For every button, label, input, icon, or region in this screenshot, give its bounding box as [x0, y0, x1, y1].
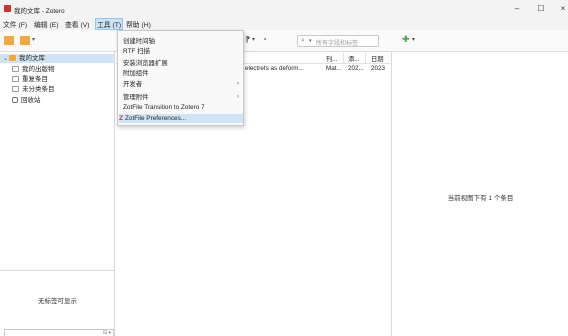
cell-title: electrets as deform...	[245, 65, 304, 72]
document-icon	[12, 66, 19, 72]
tag-actions-icon[interactable]: ⊟ ▾	[103, 330, 111, 336]
tree-item-label: 未分类条目	[22, 86, 55, 93]
menu-view[interactable]: 查看 (V)	[65, 19, 90, 29]
locate-icon[interactable]: ◔	[262, 35, 267, 44]
no-tags-message: 无标签可显示	[38, 298, 77, 305]
column-header-publication[interactable]: 刊...	[326, 54, 338, 63]
menu-item-label: 创建时间轴	[123, 38, 155, 45]
menu-item-manage-attachments[interactable]: 管理附件 ›	[119, 93, 243, 102]
menu-tools[interactable]: 工具 (T)	[94, 18, 124, 30]
menu-item-install-browser-extension[interactable]: 安装浏览器扩展	[119, 59, 243, 68]
attach-icon[interactable]: ⁋	[245, 35, 250, 44]
menu-item-label: 管理附件	[123, 94, 149, 101]
menu-item-label: ZotFile Preferences...	[125, 115, 187, 122]
document-icon	[12, 76, 19, 82]
window-title: 我的文库 - Zotero	[14, 8, 65, 15]
submenu-arrow-icon: ›	[237, 94, 239, 100]
tree-item-label: 我的文库	[19, 55, 45, 62]
toolbar: ▾ ⁋ ▾ ◔ ⌕ ▾ 所有字段和标签 ✚ ▾	[0, 30, 568, 52]
menu-bar: 文件 (F) 编辑 (E) 查看 (V) 工具 (T) 帮助 (H)	[0, 17, 568, 30]
zotfile-badge: Z	[119, 115, 123, 122]
menu-item-label: ZotFile Transition to Zotero 7	[123, 104, 205, 111]
tree-item-label: 重复条目	[22, 76, 48, 83]
tree-item-my-library[interactable]: ⌄ 我的文库	[0, 54, 115, 63]
library-folder-icon	[9, 55, 16, 61]
tag-selector-divider[interactable]	[0, 270, 115, 271]
item-count-message: 当前视图下有 1 个条目	[447, 195, 514, 202]
close-button[interactable]: ×	[553, 2, 568, 15]
zotero-logo-icon	[4, 5, 11, 12]
attach-caret-icon[interactable]: ▾	[252, 36, 255, 43]
title-bar: 我的文库 - Zotero – ☐ ×	[0, 0, 568, 17]
search-icon: ⌕	[301, 37, 305, 44]
column-separator[interactable]	[343, 53, 344, 63]
cell-date: 2023	[371, 65, 386, 72]
tree-item-unfiled[interactable]: 未分类条目	[12, 85, 55, 94]
new-library-icon[interactable]	[20, 36, 30, 45]
search-mode-caret-icon[interactable]: ▾	[309, 38, 312, 44]
tree-item-duplicates[interactable]: 重复条目	[12, 75, 48, 84]
tree-item-label: 我的出版物	[22, 66, 55, 73]
trash-icon	[12, 97, 18, 103]
tools-menu-dropdown: 创建时间轴 RTF 扫描 安装浏览器扩展 附加组件 开发者 › 管理附件 › Z…	[117, 30, 244, 126]
search-placeholder: 所有字段和标签	[316, 41, 359, 47]
collections-pane: ⌄ 我的文库 我的出版物 重复条目 未分类条目 回收站 无标签可显示 ⊟ ▾	[0, 52, 115, 336]
document-icon	[12, 86, 19, 92]
new-library-caret-icon[interactable]: ▾	[32, 36, 35, 43]
cell-date-added: 202...	[348, 65, 364, 72]
submenu-arrow-icon: ›	[237, 81, 239, 87]
column-header-date[interactable]: 日期	[371, 54, 384, 63]
tag-filter-input[interactable]: ⊟ ▾	[4, 329, 114, 336]
menu-item-label: 附加组件	[123, 70, 149, 77]
tree-item-my-publications[interactable]: 我的出版物	[12, 65, 55, 74]
item-pane: 当前视图下有 1 个条目	[393, 52, 568, 336]
tree-item-label: 回收站	[21, 97, 41, 104]
add-note-icon[interactable]: ✚	[402, 34, 410, 45]
menu-item-developer[interactable]: 开发者 ›	[119, 80, 243, 89]
menu-item-create-timeline[interactable]: 创建时间轴	[119, 37, 243, 46]
new-collection-icon[interactable]	[4, 36, 14, 45]
menu-item-rtf-scan[interactable]: RTF 扫描	[119, 47, 243, 56]
column-header-date-added[interactable]: 添...	[348, 54, 360, 63]
menu-edit[interactable]: 编辑 (E)	[34, 19, 59, 29]
minimize-button[interactable]: –	[507, 2, 527, 15]
menu-item-addons[interactable]: 附加组件	[119, 69, 243, 78]
cell-publication: Mat...	[326, 65, 342, 72]
menu-item-zotfile-transition[interactable]: ZotFile Transition to Zotero 7	[119, 103, 243, 112]
menu-item-label: 开发者	[123, 81, 143, 88]
menu-item-zotfile-preferences[interactable]: Z ZotFile Preferences...	[119, 114, 243, 123]
tree-item-trash[interactable]: 回收站	[12, 96, 41, 105]
column-separator[interactable]	[365, 53, 366, 63]
menu-item-label: 安装浏览器扩展	[123, 60, 168, 67]
add-note-caret-icon[interactable]: ▾	[412, 36, 415, 43]
menu-file[interactable]: 文件 (F)	[3, 19, 27, 29]
maximize-button[interactable]: ☐	[531, 2, 551, 15]
menu-help[interactable]: 帮助 (H)	[126, 19, 151, 29]
menu-item-label: RTF 扫描	[123, 48, 150, 55]
search-input[interactable]: ⌕ ▾ 所有字段和标签	[297, 35, 379, 47]
